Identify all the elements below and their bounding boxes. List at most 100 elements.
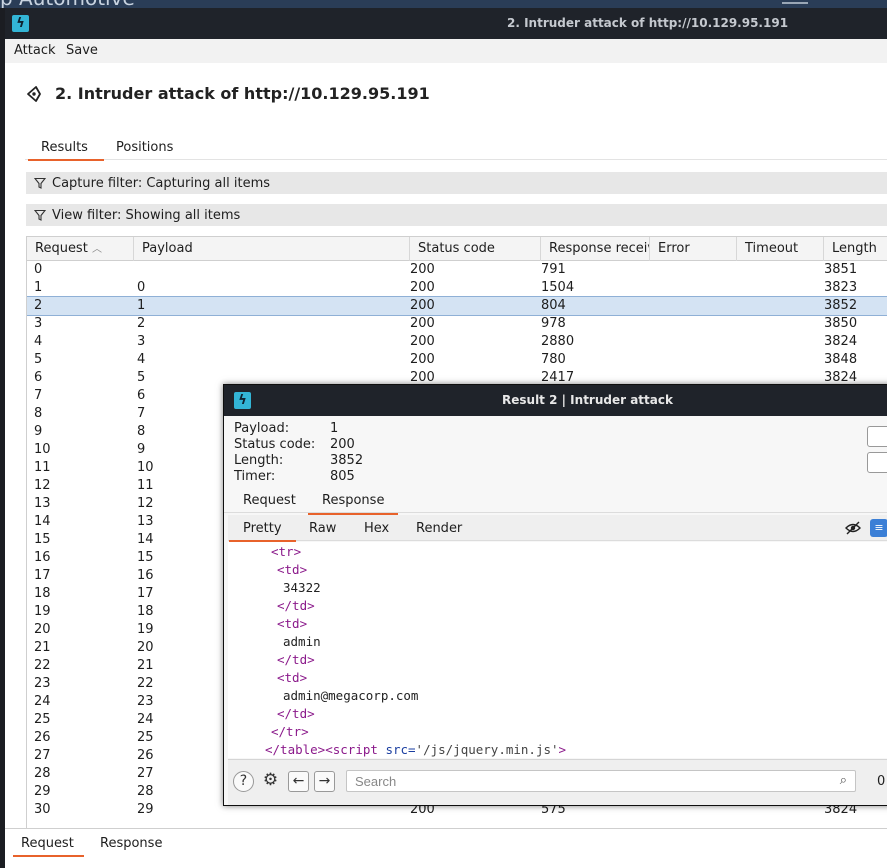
- cell-payload: 18: [137, 604, 154, 619]
- cell-payload: 4: [137, 352, 146, 367]
- menu-bar: Attack Save: [5, 39, 887, 63]
- result-window-title-bar[interactable]: ϟ Result 2 | Intruder attack: [224, 385, 887, 416]
- forward-arrow-icon[interactable]: →: [314, 771, 335, 792]
- column-header-error[interactable]: Error: [650, 237, 737, 261]
- table-row[interactable]: 2 1 200 804 3852: [27, 296, 887, 316]
- cell-payload: 27: [137, 766, 154, 781]
- tab-request[interactable]: Request: [13, 836, 84, 857]
- filter-icon: [34, 177, 46, 189]
- cell-request: 8: [34, 406, 43, 421]
- cell-payload: 26: [137, 748, 154, 763]
- column-header-status-code[interactable]: Status code: [410, 237, 541, 261]
- window-title-bar[interactable]: ϟ 2. Intruder attack of http://10.129.95…: [5, 8, 887, 39]
- match-count: 0: [877, 774, 886, 789]
- tab-pretty[interactable]: Pretty: [229, 521, 295, 542]
- cell-payload: 14: [137, 532, 154, 547]
- column-header-timeout[interactable]: Timeout: [737, 237, 824, 261]
- previous-button[interactable]: [867, 426, 887, 447]
- cell-request: 13: [34, 496, 51, 511]
- cell-response-received: 1504: [541, 280, 575, 295]
- code-token: </table>: [265, 742, 326, 757]
- tab-request[interactable]: Request: [243, 493, 296, 508]
- table-row[interactable]: 0 200 791 3851: [27, 261, 887, 279]
- table-row[interactable]: 4 3 200 2880 3824: [27, 333, 887, 351]
- code-line: admin: [283, 634, 321, 649]
- tab-raw[interactable]: Raw: [309, 521, 336, 536]
- length-field: Length: 3852: [234, 453, 364, 468]
- cell-payload: 15: [137, 550, 154, 565]
- tab-render[interactable]: Render: [416, 521, 462, 536]
- cell-response-received: 978: [541, 316, 566, 331]
- cell-request: 4: [34, 334, 43, 349]
- minimize-icon[interactable]: [782, 2, 808, 4]
- column-header-response-received[interactable]: Response receiv...: [541, 237, 650, 261]
- cell-request: 12: [34, 478, 51, 493]
- cell-request: 6: [34, 370, 43, 385]
- response-body-code[interactable]: <tr> <td> 34322 </td> <td> admin </td> <td> admi…: [228, 542, 887, 758]
- code-line: <td>: [277, 616, 307, 631]
- cell-request: 0: [34, 262, 43, 277]
- code-token: </tr>: [271, 724, 309, 739]
- code-token: <td>: [277, 670, 308, 685]
- cell-length: 3850: [824, 316, 858, 331]
- code-token: src=: [385, 742, 416, 757]
- sort-ascending-icon: ︿: [91, 244, 102, 255]
- cell-request: 14: [34, 514, 51, 529]
- cell-request: 25: [34, 712, 51, 727]
- code-line: </tr>: [271, 724, 309, 739]
- cell-request: 9: [34, 424, 43, 439]
- menu-attack[interactable]: Attack: [14, 43, 56, 58]
- cell-payload: 13: [137, 514, 154, 529]
- background-app-title: p Automotive: [0, 0, 135, 8]
- bottom-tabs: Request Response: [5, 828, 887, 868]
- cell-request: 20: [34, 622, 51, 637]
- cell-request: 24: [34, 694, 51, 709]
- cell-request: 19: [34, 604, 51, 619]
- cell-payload: 5: [137, 370, 146, 385]
- menu-save[interactable]: Save: [66, 43, 98, 58]
- code-line: </td>: [277, 706, 315, 721]
- result-detail-window: ϟ Result 2 | Intruder attack Payload: 1 S…: [223, 384, 887, 806]
- tab-results[interactable]: Results: [28, 140, 104, 161]
- cell-payload: 24: [137, 712, 154, 727]
- cell-payload: 28: [137, 784, 154, 799]
- help-icon[interactable]: ?: [233, 771, 254, 792]
- code-token: 34322: [283, 580, 321, 595]
- tab-hex[interactable]: Hex: [364, 521, 389, 536]
- action-button[interactable]: [867, 452, 887, 473]
- view-filter-bar[interactable]: View filter: Showing all items: [26, 204, 887, 226]
- column-header-payload[interactable]: Payload: [134, 237, 410, 261]
- cell-request: 27: [34, 748, 51, 763]
- timer-field: Timer: 805: [234, 469, 355, 484]
- table-row[interactable]: 1 0 200 1504 3823: [27, 279, 887, 297]
- capture-filter-bar[interactable]: Capture filter: Capturing all items: [26, 172, 887, 194]
- cell-payload: 0: [137, 280, 146, 295]
- tab-response[interactable]: Response: [100, 836, 162, 851]
- code-token: '/js/jquery.min.js': [415, 742, 559, 757]
- burp-icon: ϟ: [12, 15, 29, 32]
- tab-response[interactable]: Response: [307, 493, 399, 515]
- table-row[interactable]: 3 2 200 978 3850: [27, 315, 887, 333]
- search-input[interactable]: [347, 771, 817, 791]
- back-arrow-icon[interactable]: ←: [288, 771, 309, 792]
- cell-request: 29: [34, 784, 51, 799]
- code-line: <td>: [277, 562, 307, 577]
- cell-payload: 6: [137, 388, 146, 403]
- tab-positions[interactable]: Positions: [116, 140, 173, 155]
- cell-request: 15: [34, 532, 51, 547]
- cell-payload: 1: [137, 298, 146, 313]
- cell-request: 10: [34, 442, 51, 457]
- cell-payload: 3: [137, 334, 146, 349]
- cell-payload: 7: [137, 406, 146, 421]
- cell-length: 3848: [824, 352, 858, 367]
- search-field[interactable]: ⌕: [346, 770, 856, 792]
- table-row[interactable]: 5 4 200 780 3848: [27, 351, 887, 369]
- cell-request: 18: [34, 586, 51, 601]
- code-token: >: [558, 742, 567, 757]
- cell-request: 26: [34, 730, 51, 745]
- column-header-length[interactable]: Length: [824, 237, 887, 261]
- wrap-lines-icon[interactable]: ≡: [870, 519, 887, 537]
- settings-icon[interactable]: ⚙: [260, 771, 281, 792]
- column-header-request[interactable]: Request ︿: [27, 237, 134, 261]
- hide-nonprinting-icon[interactable]: [845, 520, 861, 536]
